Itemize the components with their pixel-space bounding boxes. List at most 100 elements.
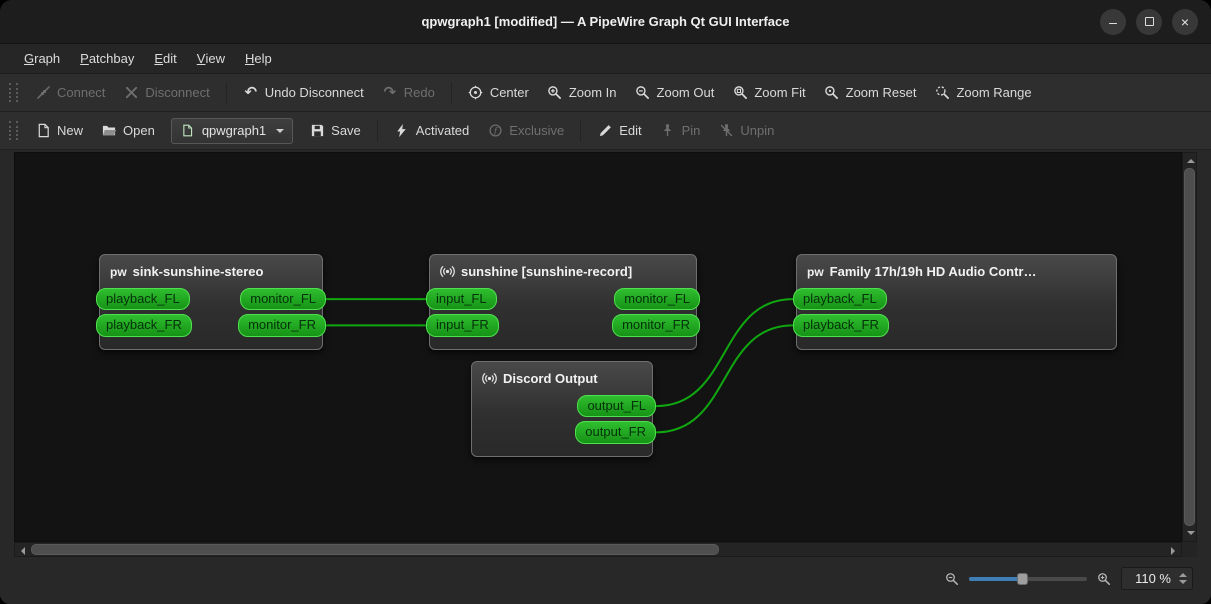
zoom-fit-icon [732, 85, 748, 101]
menu-help[interactable]: Help [235, 44, 282, 73]
graph-node[interactable]: pw Family 17h/19h HD Audio Contr… playback… [793, 254, 1120, 350]
scroll-right-arrow[interactable] [1166, 543, 1181, 558]
undo-disconnect-button[interactable]: ↶ Undo Disconnect [235, 80, 372, 106]
graph-node[interactable]: Discord Output output_FL output_FR [468, 361, 656, 457]
output-port[interactable]: monitor_FR [612, 314, 700, 337]
input-port[interactable]: input_FR [426, 314, 499, 337]
lightning-bolt-icon [394, 123, 410, 139]
window-title: qpwgraph1 [modified] — A PipeWire Graph … [421, 14, 790, 29]
horizontal-scroll-thumb[interactable] [31, 544, 719, 555]
zoom-value: 110 % [1135, 571, 1171, 586]
audio-app-icon [482, 371, 497, 386]
chevron-down-icon [276, 128, 285, 137]
node-title: Discord Output [503, 371, 598, 386]
graph-canvas-area: pw sink-sunshine-stereo playback_FL monitor… [14, 152, 1197, 557]
edit-button[interactable]: Edit [589, 118, 649, 144]
zoom-slider[interactable] [969, 571, 1087, 587]
pin-icon [660, 123, 676, 139]
audio-app-icon [440, 264, 455, 279]
output-port[interactable]: monitor_FR [238, 314, 326, 337]
status-bar: 110 % [0, 557, 1211, 604]
minimize-button[interactable]: – [1100, 8, 1126, 35]
graph-node[interactable]: sunshine [sunshine-record] input_FL monito… [426, 254, 700, 350]
toolbar-patchbay: New Open qpwgraph1 Save Activated f Excl… [0, 112, 1211, 150]
port-row: output_FL [468, 395, 656, 418]
input-port[interactable]: playback_FR [96, 314, 192, 337]
exclusive-button[interactable]: f Exclusive [479, 118, 572, 144]
vertical-scrollbar[interactable] [1182, 152, 1197, 542]
output-port[interactable]: output_FL [577, 395, 656, 418]
node-header: pw Family 17h/19h HD Audio Contr… [797, 255, 1116, 285]
node-header: sunshine [sunshine-record] [430, 255, 696, 285]
scrollbar-corner [1182, 542, 1197, 557]
patchbay-file-icon [180, 123, 196, 139]
pin-button[interactable]: Pin [652, 118, 709, 144]
zoom-out-small-icon[interactable] [945, 572, 959, 586]
center-button[interactable]: Center [460, 80, 537, 106]
port-row: playback_FR [793, 314, 1120, 337]
port-row: input_FL monitor_FL [426, 288, 700, 311]
zoom-spinbox[interactable]: 110 % [1121, 567, 1193, 590]
redo-button[interactable]: ↷ Redo [374, 80, 443, 106]
toolbar-separator [580, 119, 582, 142]
maximize-button[interactable] [1136, 8, 1162, 35]
disconnect-icon [123, 85, 139, 101]
spin-up-arrow[interactable] [1179, 569, 1187, 577]
input-port[interactable]: playback_FL [96, 288, 190, 311]
vertical-scroll-thumb[interactable] [1184, 168, 1195, 526]
unpin-icon [718, 123, 734, 139]
zoom-in-icon [547, 85, 563, 101]
activated-button[interactable]: Activated [386, 118, 477, 144]
toolbar-separator [450, 81, 452, 104]
center-icon [468, 85, 484, 101]
scroll-left-arrow[interactable] [15, 543, 30, 558]
unpin-button[interactable]: Unpin [710, 118, 782, 144]
input-port[interactable]: playback_FL [793, 288, 887, 311]
pipewire-logo-icon: pw [807, 264, 824, 279]
zoom-in-button[interactable]: Zoom In [539, 80, 625, 106]
node-title: sink-sunshine-stereo [132, 264, 264, 279]
zoom-reset-icon [824, 85, 840, 101]
menu-edit[interactable]: Edit [144, 44, 186, 73]
disconnect-button[interactable]: Disconnect [115, 80, 217, 106]
horizontal-scrollbar[interactable] [14, 542, 1182, 557]
zoom-out-icon [635, 85, 651, 101]
scroll-down-arrow[interactable] [1183, 526, 1198, 541]
open-button[interactable]: Open [93, 118, 163, 144]
session-selector-combo[interactable]: qpwgraph1 [170, 117, 294, 144]
open-folder-icon [101, 123, 117, 139]
zoom-in-small-icon[interactable] [1097, 572, 1111, 586]
save-button[interactable]: Save [301, 118, 369, 144]
graph-node[interactable]: pw sink-sunshine-stereo playback_FL monitor… [96, 254, 326, 350]
scroll-up-arrow[interactable] [1183, 153, 1198, 168]
app-window: qpwgraph1 [modified] — A PipeWire Graph … [0, 0, 1211, 604]
menu-patchbay[interactable]: Patchbay [70, 44, 144, 73]
zoom-range-button[interactable]: Zoom Range [926, 80, 1039, 106]
output-port[interactable]: monitor_FL [240, 288, 326, 311]
output-port[interactable]: output_FR [575, 421, 656, 444]
close-button[interactable]: × [1172, 8, 1198, 35]
node-header: Discord Output [472, 362, 652, 392]
toolbar-grip-handle[interactable] [9, 121, 18, 140]
menu-bar: Graph Patchbay Edit View Help [0, 44, 1211, 74]
zoom-reset-button[interactable]: Zoom Reset [816, 80, 925, 106]
zoom-out-button[interactable]: Zoom Out [627, 80, 723, 106]
new-button[interactable]: New [27, 118, 91, 144]
spin-arrows [1176, 572, 1187, 585]
zoom-slider-handle[interactable] [1017, 572, 1029, 585]
input-port[interactable]: playback_FR [793, 314, 889, 337]
connect-button[interactable]: Connect [27, 80, 113, 106]
zoom-range-icon [934, 85, 950, 101]
menu-graph[interactable]: Graph [14, 44, 70, 73]
node-title: sunshine [sunshine-record] [461, 264, 633, 279]
graph-canvas[interactable]: pw sink-sunshine-stereo playback_FL monitor… [14, 152, 1182, 542]
connect-icon [35, 85, 51, 101]
zoom-fit-button[interactable]: Zoom Fit [724, 80, 813, 106]
toolbar-grip-handle[interactable] [9, 83, 18, 102]
menu-view[interactable]: View [187, 44, 235, 73]
title-bar[interactable]: qpwgraph1 [modified] — A PipeWire Graph … [0, 0, 1211, 44]
spin-down-arrow[interactable] [1179, 580, 1187, 588]
output-port[interactable]: monitor_FL [614, 288, 700, 311]
input-port[interactable]: input_FL [426, 288, 497, 311]
pencil-icon [597, 123, 613, 139]
